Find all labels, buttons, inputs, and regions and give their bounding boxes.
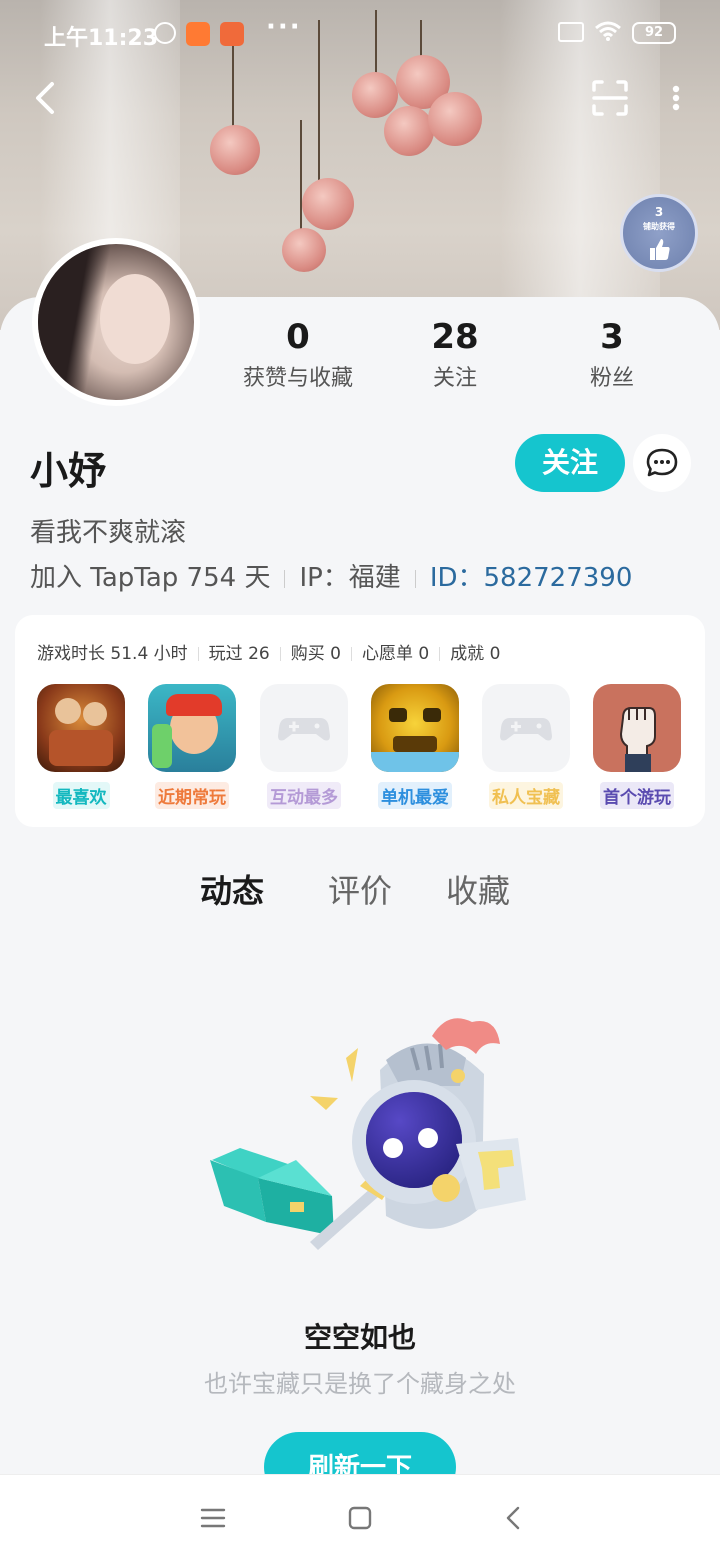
stat-following[interactable]: 28 关注 bbox=[415, 316, 495, 392]
menu-icon bbox=[200, 1508, 226, 1528]
treasure-chest-icon bbox=[210, 1148, 334, 1236]
gamepad-placeholder-icon bbox=[482, 684, 570, 772]
divider bbox=[414, 569, 416, 588]
game-tag: 最喜欢 bbox=[52, 782, 110, 809]
tab-feed[interactable]: 动态 bbox=[200, 866, 265, 912]
avatar[interactable] bbox=[32, 238, 200, 406]
rose-decoration bbox=[210, 125, 260, 175]
fans-count: 3 bbox=[600, 317, 624, 357]
system-back-button[interactable] bbox=[498, 1503, 528, 1533]
game-recent[interactable]: 近期常玩 bbox=[147, 684, 237, 809]
empty-state-illustration bbox=[210, 1018, 526, 1250]
wishlist-count: 心愿单 0 bbox=[361, 644, 430, 664]
chat-bubble-icon bbox=[646, 448, 678, 477]
game-most-interactive[interactable]: 互动最多 bbox=[259, 684, 349, 809]
status-time: 上午11:23 bbox=[44, 26, 159, 51]
following-count: 28 bbox=[431, 317, 479, 357]
play-time: 游戏时长 51.4 小时 bbox=[37, 644, 188, 664]
game-tag: 互动最多 bbox=[267, 782, 341, 809]
medal-badge[interactable]: 3 铺助获得 bbox=[620, 194, 698, 272]
content-tabs: 动态 评价 收藏 bbox=[0, 866, 720, 916]
game-temple-run-icon bbox=[371, 684, 459, 772]
played-count: 玩过 26 bbox=[208, 644, 270, 664]
game-subway-surfers-icon bbox=[148, 684, 236, 772]
game-tag: 近期常玩 bbox=[155, 782, 229, 809]
chevron-left-icon bbox=[36, 82, 54, 114]
thumbs-up-icon bbox=[650, 239, 670, 260]
divider bbox=[284, 569, 286, 588]
bio: 看我不爽就滚 bbox=[30, 518, 187, 548]
scan-icon bbox=[592, 80, 628, 116]
empty-subtitle: 也许宝藏只是换了个藏身之处 bbox=[204, 1370, 516, 1398]
games-summary[interactable]: 游戏时长 51.4 小时 玩过 26 购买 0 心愿单 0 成就 0 bbox=[37, 639, 500, 664]
rose-decoration bbox=[352, 72, 398, 118]
game-tag: 单机最爱 bbox=[378, 782, 452, 809]
recent-apps-button[interactable] bbox=[198, 1503, 228, 1533]
more-button[interactable] bbox=[660, 76, 692, 120]
alarm-icon bbox=[154, 22, 176, 44]
status-bar: 上午11:23 ··· 92 bbox=[0, 0, 720, 66]
game-tag: 首个游玩 bbox=[600, 782, 674, 809]
joined-days: 加入 TapTap 754 天 bbox=[30, 563, 271, 593]
wifi-icon bbox=[595, 21, 621, 41]
rose-decoration bbox=[282, 228, 326, 272]
profile-meta: 加入 TapTap 754 天 IP：福建 ID：582727390 bbox=[30, 557, 632, 594]
back-button[interactable] bbox=[28, 76, 68, 120]
achievement-count: 成就 0 bbox=[450, 644, 501, 664]
more-vertical-icon bbox=[672, 85, 680, 111]
gamepad-placeholder-icon bbox=[260, 684, 348, 772]
game-first-played[interactable]: 首个游玩 bbox=[592, 684, 682, 809]
game-adventure-icon bbox=[37, 684, 125, 772]
system-navigation-bar bbox=[0, 1474, 720, 1560]
following-label: 关注 bbox=[432, 366, 477, 391]
games-panel[interactable]: 游戏时长 51.4 小时 玩过 26 购买 0 心愿单 0 成就 0 最喜欢 近期常玩 … bbox=[15, 615, 705, 827]
scan-button[interactable] bbox=[588, 76, 632, 120]
username: 小妤 bbox=[30, 449, 107, 493]
likes-label: 获赞与收藏 bbox=[242, 366, 353, 391]
purchased-count: 购买 0 bbox=[290, 644, 341, 664]
medal-count: 3 bbox=[654, 205, 664, 219]
empty-title: 空空如也 bbox=[303, 1321, 416, 1354]
rose-decoration bbox=[302, 178, 354, 230]
likes-count: 0 bbox=[286, 317, 310, 357]
follow-button[interactable]: 关注 bbox=[515, 434, 625, 492]
sim-icon bbox=[558, 22, 584, 42]
medal-caption: 铺助获得 bbox=[643, 222, 675, 231]
game-fist-icon bbox=[593, 684, 681, 772]
battery-indicator: 92 bbox=[632, 22, 676, 44]
stat-likes[interactable]: 0 获赞与收藏 bbox=[234, 316, 362, 392]
home-button[interactable] bbox=[345, 1503, 375, 1533]
rose-decoration bbox=[384, 106, 434, 156]
square-icon bbox=[348, 1506, 372, 1530]
game-tag: 私人宝藏 bbox=[489, 782, 563, 809]
stat-fans[interactable]: 3 粉丝 bbox=[572, 316, 652, 392]
user-id[interactable]: ID：582727390 bbox=[430, 563, 633, 593]
rose-decoration bbox=[428, 92, 482, 146]
message-button[interactable] bbox=[633, 434, 691, 492]
chevron-left-icon bbox=[506, 1506, 520, 1530]
fans-label: 粉丝 bbox=[589, 366, 634, 391]
notification-app-icon bbox=[186, 22, 210, 46]
game-favorite[interactable]: 最喜欢 bbox=[36, 684, 126, 809]
game-private-treasure[interactable]: 私人宝藏 bbox=[481, 684, 571, 809]
tab-favorites[interactable]: 收藏 bbox=[446, 866, 510, 912]
game-single-player[interactable]: 单机最爱 bbox=[370, 684, 460, 809]
ip-location: IP：福建 bbox=[299, 563, 401, 593]
tab-reviews[interactable]: 评价 bbox=[328, 866, 392, 912]
more-notifications-icon: ··· bbox=[266, 12, 302, 42]
notification-app-icon bbox=[220, 22, 244, 46]
